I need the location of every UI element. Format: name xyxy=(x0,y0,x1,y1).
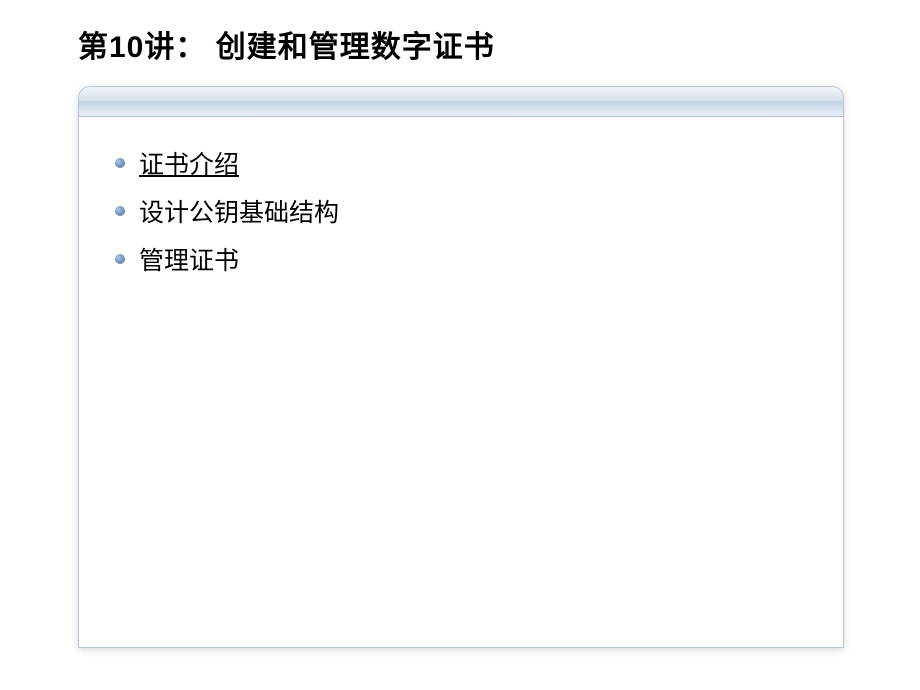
list-item: 设计公钥基础结构 xyxy=(115,193,807,229)
list-item: 管理证书 xyxy=(115,241,807,277)
bullet-text-manage-cert: 管理证书 xyxy=(139,241,239,277)
bullet-icon xyxy=(115,254,125,264)
bullet-icon xyxy=(115,206,125,216)
slide-title: 第10讲： 创建和管理数字证书 xyxy=(78,22,495,66)
list-item: 证书介绍 xyxy=(115,145,807,181)
bullet-icon xyxy=(115,158,125,168)
bullet-text-pki-design: 设计公钥基础结构 xyxy=(139,193,339,229)
panel-shadow xyxy=(102,643,820,648)
panel-header-bar xyxy=(79,87,843,117)
bullet-list: 证书介绍 设计公钥基础结构 管理证书 xyxy=(79,117,843,317)
bullet-text-certificate-intro: 证书介绍 xyxy=(139,145,239,181)
content-panel: 证书介绍 设计公钥基础结构 管理证书 xyxy=(78,86,844,648)
